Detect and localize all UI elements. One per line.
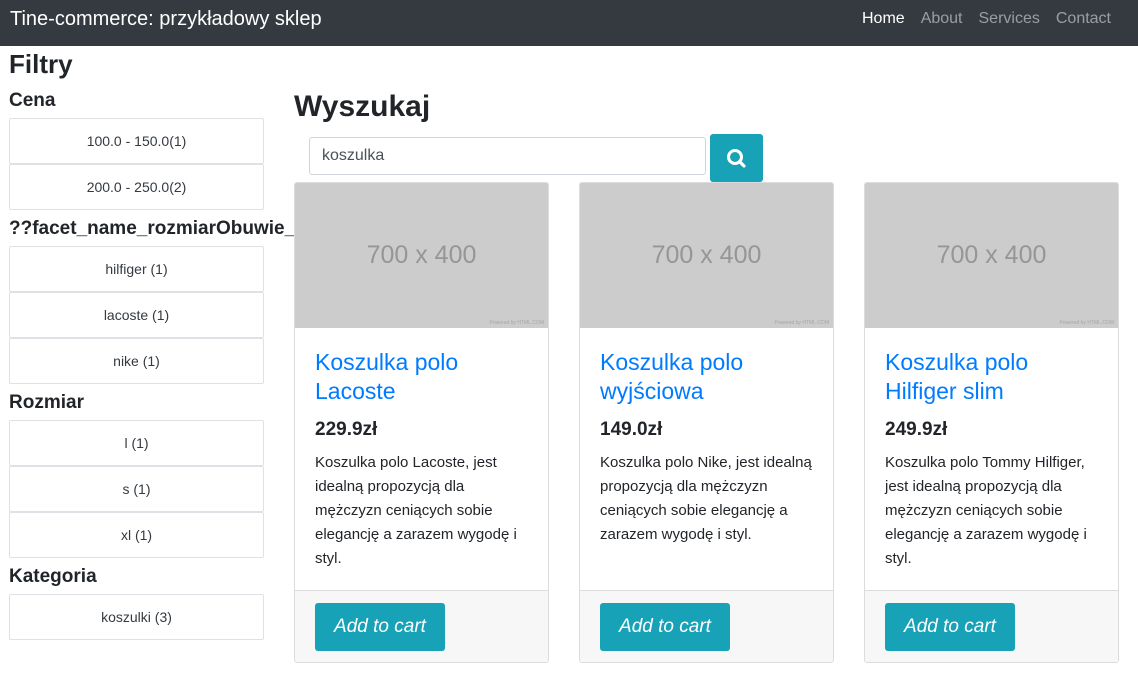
product-card: 700 x 400 Powered by HTML.COM Koszulka p… [579,182,834,663]
card-footer: Add to cart [295,590,548,662]
product-card: 700 x 400 Powered by HTML.COM Koszulka p… [294,182,549,663]
facet-option-hilfiger[interactable]: hilfiger (1) [9,246,264,292]
facet-option-size-s[interactable]: s (1) [9,466,264,512]
image-placeholder-label: 700 x 400 [651,241,762,269]
add-to-cart-button[interactable]: Add to cart [885,603,1015,651]
card-footer: Add to cart [865,590,1118,662]
facet-option-size-xl[interactable]: xl (1) [9,512,264,558]
image-placeholder-credit: Powered by HTML.COM [1059,320,1114,326]
search-button[interactable] [710,134,763,182]
product-card: 700 x 400 Powered by HTML.COM Koszulka p… [864,182,1119,663]
nav-home-link[interactable]: Home [862,10,905,28]
add-to-cart-button[interactable]: Add to cart [315,603,445,651]
facet-option-lacoste[interactable]: lacoste (1) [9,292,264,338]
facet-option-nike[interactable]: nike (1) [9,338,264,384]
facet-option-price-200-250[interactable]: 200.0 - 250.0(2) [9,164,264,210]
facet-option-price-100-150[interactable]: 100.0 - 150.0(1) [9,118,264,164]
card-footer: Add to cart [580,590,833,662]
search-title: Wyszukaj [294,90,431,123]
product-description: Koszulka polo Nike, jest idealną propozy… [600,454,812,543]
facet-title-rozmiar: Rozmiar [9,392,84,413]
facet-title-cena: Cena [9,90,56,111]
image-placeholder-credit: Powered by HTML.COM [489,320,544,326]
search-icon [727,149,746,168]
product-price: 249.9zł [885,419,948,440]
filters-sidebar: Filtry Cena 100.0 - 150.0(1) 200.0 - 250… [9,48,309,640]
navbar: Tine-commerce: przykładowy sklep Home Ab… [0,0,1138,46]
product-description: Koszulka polo Lacoste, jest idealną prop… [315,454,517,567]
filters-title: Filtry [9,49,73,79]
product-image-placeholder: 700 x 400 Powered by HTML.COM [865,183,1118,328]
facet-option-size-l[interactable]: l (1) [9,420,264,466]
facet-title-kategoria: Kategoria [9,566,97,587]
nav-links: Home About Services Contact [846,10,1111,28]
add-to-cart-button[interactable]: Add to cart [600,603,730,651]
product-title-link[interactable]: Koszulka polo wyjściowa [600,348,820,406]
nav-services-link[interactable]: Services [979,10,1040,28]
brand-title[interactable]: Tine-commerce: przykładowy sklep [10,8,322,31]
search-input[interactable] [309,137,706,175]
product-description: Koszulka polo Tommy Hilfiger, jest ideal… [885,454,1087,567]
facet-option-koszulki[interactable]: koszulki (3) [9,594,264,640]
image-placeholder-label: 700 x 400 [366,241,477,269]
image-placeholder-label: 700 x 400 [936,241,1047,269]
product-image-placeholder: 700 x 400 Powered by HTML.COM [580,183,833,328]
image-placeholder-credit: Powered by HTML.COM [774,320,829,326]
product-image-placeholder: 700 x 400 Powered by HTML.COM [295,183,548,328]
product-title-link[interactable]: Koszulka polo Hilfiger slim [885,348,1105,406]
nav-about-link[interactable]: About [921,10,963,28]
product-price: 229.9zł [315,419,378,440]
facet-title-brand: ??facet_name_rozmiarObuwie_t [9,218,299,239]
product-title-link[interactable]: Koszulka polo Lacoste [315,348,535,406]
nav-contact-link[interactable]: Contact [1056,10,1111,28]
product-price: 149.0zł [600,419,663,440]
